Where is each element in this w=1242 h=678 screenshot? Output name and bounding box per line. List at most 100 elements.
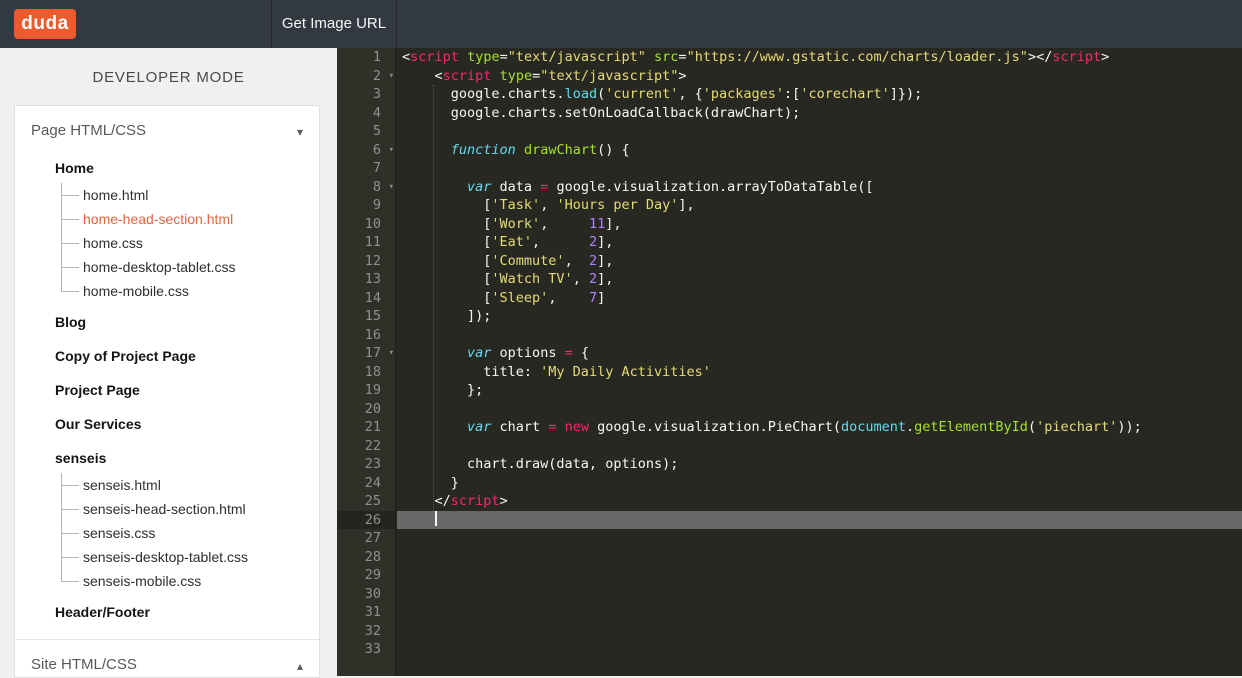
gutter-line[interactable]: 27: [337, 529, 395, 548]
code-line[interactable]: ['Watch TV', 2],: [397, 270, 1242, 289]
gutter-line[interactable]: 12: [337, 252, 395, 271]
code-line[interactable]: [397, 603, 1242, 622]
gutter-line[interactable]: 26: [337, 510, 395, 529]
tree-folder[interactable]: Home: [15, 153, 319, 183]
code-line[interactable]: google.charts.load('current', {'packages…: [397, 85, 1242, 104]
line-number: 28: [364, 548, 381, 565]
tree-file[interactable]: home-head-section.html: [15, 207, 319, 231]
code-line[interactable]: ['Eat', 2],: [397, 233, 1242, 252]
tree-file[interactable]: senseis-desktop-tablet.css: [15, 545, 319, 569]
code-line[interactable]: <script type="text/javascript">: [397, 67, 1242, 86]
get-image-url-button[interactable]: Get Image URL: [271, 0, 397, 48]
gutter-line[interactable]: 22: [337, 437, 395, 456]
tree-children: home.html home-head-section.html home.css h…: [15, 183, 319, 303]
fold-toggle-icon[interactable]: ▾: [389, 344, 394, 363]
code-line[interactable]: [397, 159, 1242, 178]
tree-file[interactable]: senseis.css: [15, 521, 319, 545]
code-line[interactable]: [397, 622, 1242, 641]
code-token: "https://www.gstatic.com/charts/loader.j…: [686, 49, 1028, 65]
tree-folder[interactable]: Our Services: [15, 409, 319, 439]
code-line[interactable]: [397, 437, 1242, 456]
code-line[interactable]: [397, 585, 1242, 604]
code-line[interactable]: </script>: [397, 492, 1242, 511]
gutter-line[interactable]: 2 ▾: [337, 67, 395, 86]
gutter-line[interactable]: 16: [337, 326, 395, 345]
gutter-line[interactable]: 20: [337, 400, 395, 419]
code-line[interactable]: var chart = new google.visualization.Pie…: [397, 418, 1242, 437]
gutter-line[interactable]: 29: [337, 566, 395, 585]
chevron-down-icon: ▾: [296, 125, 303, 139]
code-token: ,: [540, 197, 557, 213]
tree-file[interactable]: home-desktop-tablet.css: [15, 255, 319, 279]
code-line[interactable]: [397, 326, 1242, 345]
gutter-line[interactable]: 7: [337, 159, 395, 178]
gutter-line[interactable]: 11: [337, 233, 395, 252]
code-line[interactable]: [397, 640, 1242, 659]
gutter-line[interactable]: 14: [337, 289, 395, 308]
gutter-line[interactable]: 3: [337, 85, 395, 104]
tree-file[interactable]: senseis-mobile.css: [15, 569, 319, 593]
tree-file[interactable]: home-mobile.css: [15, 279, 319, 303]
tree-file[interactable]: home.css: [15, 231, 319, 255]
code-line[interactable]: <script type="text/javascript" src="http…: [397, 48, 1242, 67]
code-line[interactable]: function drawChart() {: [397, 141, 1242, 160]
code-line[interactable]: };: [397, 381, 1242, 400]
code-line[interactable]: title: 'My Daily Activities': [397, 363, 1242, 382]
gutter-line[interactable]: 24: [337, 474, 395, 493]
gutter-line[interactable]: 30: [337, 585, 395, 604]
code-line[interactable]: google.charts.setOnLoadCallback(drawChar…: [397, 104, 1242, 123]
tree-file[interactable]: senseis-head-section.html: [15, 497, 319, 521]
gutter-line[interactable]: 25: [337, 492, 395, 511]
fold-toggle-icon[interactable]: ▾: [389, 67, 394, 86]
gutter-line[interactable]: 31: [337, 603, 395, 622]
section-site-html-css[interactable]: Site HTML/CSS ▴: [15, 640, 319, 677]
gutter-line[interactable]: 1: [337, 48, 395, 67]
gutter-line[interactable]: 9: [337, 196, 395, 215]
code-line[interactable]: [397, 566, 1242, 585]
code-line[interactable]: chart.draw(data, options);: [397, 455, 1242, 474]
code-line[interactable]: [397, 529, 1242, 548]
gutter-line[interactable]: 15: [337, 307, 395, 326]
editor-code-area[interactable]: <script type="text/javascript" src="http…: [397, 48, 1242, 676]
gutter-line[interactable]: 33: [337, 640, 395, 659]
code-editor[interactable]: 1 2 ▾ 3 4 5 6 ▾ 7 8 ▾ 9 10 11 12 13 14 15 16 17 ▾ 18 19 20 21 22 2…: [337, 48, 1242, 676]
code-token: google.charts.: [402, 86, 565, 102]
tree-file[interactable]: home.html: [15, 183, 319, 207]
tree-folder[interactable]: Header/Footer: [15, 597, 319, 627]
code-line[interactable]: [397, 510, 1242, 529]
tree-folder[interactable]: Copy of Project Page: [15, 341, 319, 371]
tree-folder[interactable]: Blog: [15, 307, 319, 337]
gutter-line[interactable]: 8 ▾: [337, 178, 395, 197]
code-line[interactable]: ['Commute', 2],: [397, 252, 1242, 271]
gutter-line[interactable]: 18: [337, 363, 395, 382]
gutter-line[interactable]: 21: [337, 418, 395, 437]
fold-toggle-icon[interactable]: ▾: [389, 141, 394, 160]
gutter-line[interactable]: 6 ▾: [337, 141, 395, 160]
gutter-line[interactable]: 17 ▾: [337, 344, 395, 363]
line-number: 24: [364, 474, 381, 491]
tree-folder[interactable]: Project Page: [15, 375, 319, 405]
gutter-line[interactable]: 32: [337, 622, 395, 641]
code-line[interactable]: var options = {: [397, 344, 1242, 363]
gutter-line[interactable]: 5: [337, 122, 395, 141]
gutter-line[interactable]: 28: [337, 548, 395, 567]
code-line[interactable]: [397, 548, 1242, 567]
code-line[interactable]: [397, 122, 1242, 141]
gutter-line[interactable]: 4: [337, 104, 395, 123]
code-token: type: [499, 67, 533, 84]
gutter-line[interactable]: 23: [337, 455, 395, 474]
code-line[interactable]: var data = google.visualization.arrayToD…: [397, 178, 1242, 197]
tree-file[interactable]: senseis.html: [15, 473, 319, 497]
gutter-line[interactable]: 10: [337, 215, 395, 234]
gutter-line[interactable]: 19: [337, 381, 395, 400]
code-line[interactable]: ['Task', 'Hours per Day'],: [397, 196, 1242, 215]
code-line[interactable]: ]);: [397, 307, 1242, 326]
tree-folder[interactable]: senseis: [15, 443, 319, 473]
section-page-html-css[interactable]: Page HTML/CSS ▾: [15, 106, 319, 150]
gutter-line[interactable]: 13: [337, 270, 395, 289]
fold-toggle-icon[interactable]: ▾: [389, 178, 394, 197]
code-line[interactable]: ['Sleep', 7]: [397, 289, 1242, 308]
code-line[interactable]: ['Work', 11],: [397, 215, 1242, 234]
code-line[interactable]: [397, 400, 1242, 419]
code-line[interactable]: }: [397, 474, 1242, 493]
